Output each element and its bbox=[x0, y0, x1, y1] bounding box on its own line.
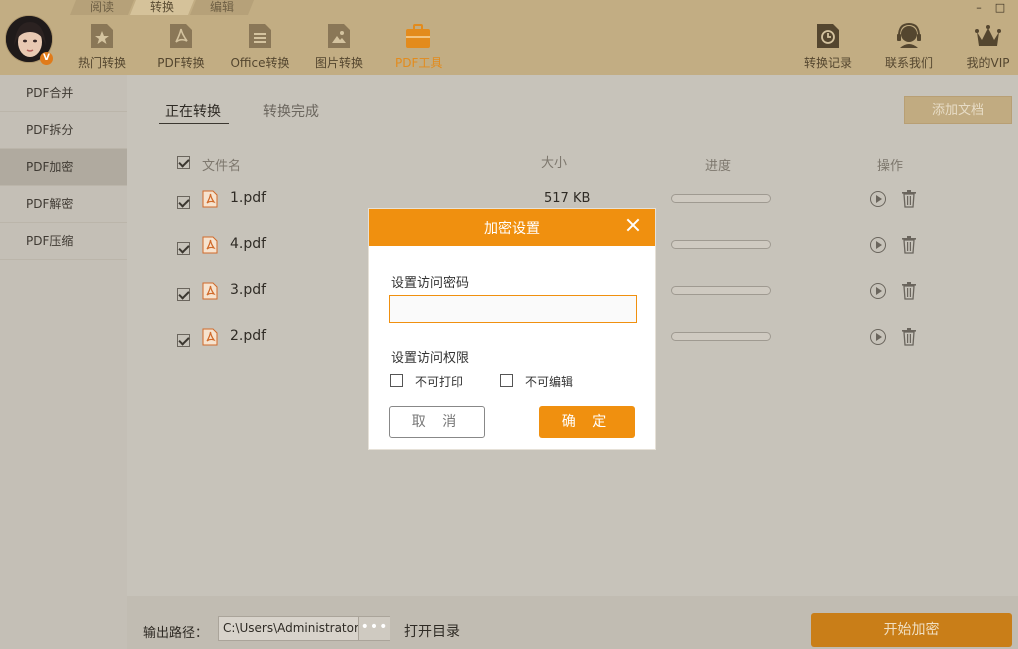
headset-icon bbox=[897, 22, 921, 48]
pdf-file-icon bbox=[202, 190, 218, 208]
history-clock-icon bbox=[817, 24, 839, 48]
column-header-filename: 文件名 bbox=[202, 159, 242, 174]
crown-icon bbox=[975, 25, 1001, 46]
maximize-button[interactable]: □ bbox=[993, 2, 1007, 14]
sidebar-item-compress[interactable]: PDF压缩 bbox=[0, 223, 127, 260]
tool-contact-us[interactable]: 联系我们 bbox=[884, 22, 934, 72]
output-path-label: 输出路径： bbox=[143, 626, 209, 641]
column-header-progress: 进度 bbox=[705, 159, 732, 174]
tool-label: 热门转换 bbox=[78, 56, 127, 70]
no-edit-checkbox[interactable] bbox=[500, 374, 513, 387]
office-doc-icon bbox=[249, 24, 271, 48]
encrypt-settings-dialog: 加密设置 设置访问密码 设置访问权限 不可打印 不可编辑 取 消 确 定 bbox=[368, 208, 656, 450]
tool-label: Office转换 bbox=[230, 56, 290, 70]
sidebar-item-split[interactable]: PDF拆分 bbox=[0, 112, 127, 149]
tab-convert[interactable]: 转换 bbox=[130, 0, 194, 15]
file-name: 3.pdf bbox=[230, 282, 267, 298]
file-size: 517 KB bbox=[544, 191, 591, 206]
image-doc-icon bbox=[328, 24, 350, 48]
progress-bar bbox=[671, 194, 771, 203]
trash-icon[interactable] bbox=[901, 328, 917, 346]
file-name: 4.pdf bbox=[230, 236, 267, 252]
play-icon[interactable] bbox=[870, 191, 886, 207]
pdf-doc-icon bbox=[170, 24, 192, 48]
confirm-button[interactable]: 确 定 bbox=[539, 406, 635, 438]
vip-badge: V bbox=[40, 52, 53, 65]
pdf-file-icon bbox=[202, 236, 218, 254]
no-print-label: 不可打印 bbox=[415, 375, 464, 389]
play-icon[interactable] bbox=[870, 237, 886, 253]
sidebar-item-decrypt[interactable]: PDF解密 bbox=[0, 186, 127, 223]
tool-convert-history[interactable]: 转换记录 bbox=[803, 22, 853, 72]
column-header-actions: 操作 bbox=[877, 159, 904, 174]
minimize-button[interactable]: – bbox=[972, 2, 986, 14]
sidebar-item-encrypt[interactable]: PDF加密 bbox=[0, 149, 127, 186]
column-header-size: 大小 bbox=[541, 156, 568, 171]
footer-bar: 输出路径： C:\Users\Administrator\ ••• 打开目录 开… bbox=[127, 596, 1018, 649]
tool-hot-convert[interactable]: 热门转换 bbox=[78, 22, 126, 72]
cancel-button[interactable]: 取 消 bbox=[389, 406, 485, 438]
progress-bar bbox=[671, 240, 771, 249]
file-name: 2.pdf bbox=[230, 328, 267, 344]
password-input[interactable] bbox=[389, 295, 637, 323]
password-label: 设置访问密码 bbox=[391, 276, 470, 291]
trash-icon[interactable] bbox=[901, 236, 917, 254]
pdf-file-icon bbox=[202, 282, 218, 300]
progress-bar bbox=[671, 332, 771, 341]
tab-read[interactable]: 阅读 bbox=[70, 0, 134, 15]
trash-icon[interactable] bbox=[901, 190, 917, 208]
active-tab-underline bbox=[159, 123, 229, 124]
tool-label: 转换记录 bbox=[803, 56, 852, 70]
tool-label: PDF工具 bbox=[395, 56, 443, 70]
tool-label: 图片转换 bbox=[314, 56, 363, 70]
sidebar-item-merge[interactable]: PDF合并 bbox=[0, 75, 127, 112]
row-checkbox[interactable] bbox=[177, 196, 190, 209]
play-icon[interactable] bbox=[870, 283, 886, 299]
open-directory-link[interactable]: 打开目录 bbox=[404, 621, 460, 641]
select-all-checkbox[interactable] bbox=[177, 156, 190, 169]
tool-label: 我的VIP bbox=[966, 56, 1010, 70]
tab-completed[interactable]: 转换完成 bbox=[263, 101, 319, 121]
browse-path-button[interactable]: ••• bbox=[358, 617, 390, 640]
row-checkbox[interactable] bbox=[177, 288, 190, 301]
star-doc-icon bbox=[91, 24, 113, 48]
pdf-file-icon bbox=[202, 328, 218, 346]
row-checkbox[interactable] bbox=[177, 334, 190, 347]
top-toolbar: 阅读 转换 编辑 – □ V 热门转换 PDF转换 Office转换 图片转换 … bbox=[0, 0, 1018, 75]
tool-label: PDF转换 bbox=[157, 56, 205, 70]
progress-bar bbox=[671, 286, 771, 295]
trash-icon[interactable] bbox=[901, 282, 917, 300]
tab-converting[interactable]: 正在转换 bbox=[165, 101, 221, 121]
tab-edit[interactable]: 编辑 bbox=[190, 0, 254, 15]
tool-my-vip[interactable]: 我的VIP bbox=[965, 22, 1011, 72]
dialog-header: 加密设置 bbox=[369, 209, 655, 246]
add-document-button[interactable]: 添加文档 bbox=[904, 96, 1012, 124]
tool-image-convert[interactable]: 图片转换 bbox=[314, 22, 364, 72]
permission-label: 设置访问权限 bbox=[391, 351, 470, 366]
tool-label: 联系我们 bbox=[884, 56, 933, 70]
row-checkbox[interactable] bbox=[177, 242, 190, 255]
briefcase-icon bbox=[406, 24, 430, 48]
no-print-checkbox[interactable] bbox=[390, 374, 403, 387]
tool-office-convert[interactable]: Office转换 bbox=[230, 22, 290, 72]
tool-pdf-convert[interactable]: PDF转换 bbox=[157, 22, 205, 72]
mode-tabs: 阅读 转换 编辑 bbox=[70, 0, 250, 15]
start-encrypt-button[interactable]: 开始加密 bbox=[811, 613, 1012, 647]
no-edit-label: 不可编辑 bbox=[525, 375, 574, 389]
close-icon[interactable] bbox=[625, 217, 641, 233]
play-icon[interactable] bbox=[870, 329, 886, 345]
tool-pdf-tools[interactable]: PDF工具 bbox=[395, 22, 443, 72]
file-name: 1.pdf bbox=[230, 190, 267, 206]
dialog-title: 加密设置 bbox=[484, 221, 540, 237]
sidebar: PDF合并 PDF拆分 PDF加密 PDF解密 PDF压缩 bbox=[0, 75, 127, 649]
